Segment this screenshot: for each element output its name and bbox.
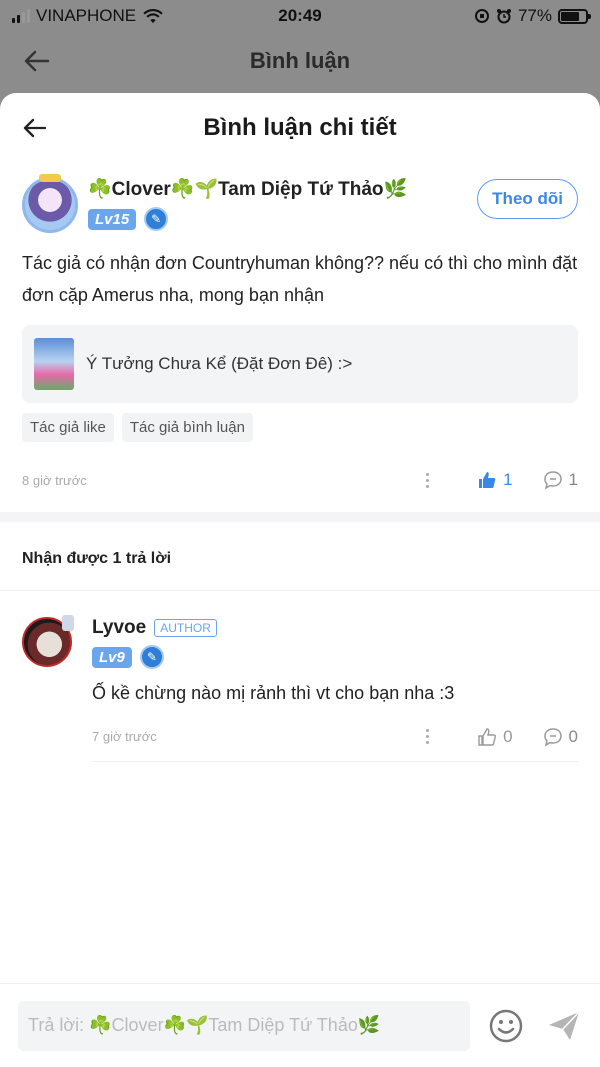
tag-author-comment: Tác giả bình luận bbox=[121, 413, 253, 442]
reply-text: Ố kề chừng nào mị rảnh thì vt cho bạn nh… bbox=[92, 683, 455, 703]
comment-icon bbox=[543, 471, 562, 490]
background-title: Bình luận bbox=[249, 48, 351, 73]
like-count: 0 bbox=[503, 726, 513, 746]
signal-icon bbox=[12, 9, 30, 23]
verified-icon: ✎ bbox=[144, 207, 169, 231]
reply-bar bbox=[0, 983, 600, 1067]
sheet-header: Bình luận chi tiết bbox=[0, 93, 600, 163]
reply-count: 0 bbox=[568, 726, 578, 746]
carrier-label: VINAPHONE bbox=[36, 6, 137, 25]
more-icon[interactable] bbox=[417, 472, 437, 488]
wifi-icon bbox=[143, 9, 163, 24]
reply-username[interactable]: Lyvoe bbox=[92, 617, 146, 639]
status-bar: VINAPHONE 20:49 77% bbox=[0, 0, 600, 32]
send-icon[interactable] bbox=[546, 1008, 582, 1044]
timestamp: 7 giờ trước bbox=[92, 729, 157, 744]
avatar[interactable] bbox=[22, 615, 74, 667]
like-button[interactable]: 0 bbox=[477, 726, 513, 747]
reply-item: Lyvoe AUTHOR Lv9 ✎ Ố kề chừng nào mị rản… bbox=[0, 591, 600, 762]
story-card[interactable]: Ý Tưởng Chưa Kể (Đặt Đơn Đê) :> bbox=[22, 325, 578, 403]
verified-icon: ✎ bbox=[139, 645, 164, 669]
comment-tags: Tác giả like Tác giả bình luận bbox=[22, 413, 578, 442]
thumbs-up-icon bbox=[479, 472, 496, 488]
comment-detail-sheet: Bình luận chi tiết ☘️Clover☘️🌱Tam Diệp T… bbox=[0, 93, 600, 1067]
background-header: Bình luận bbox=[0, 32, 600, 90]
story-title: Ý Tưởng Chưa Kể (Đặt Đơn Đê) :> bbox=[86, 354, 353, 373]
reply-footer: 7 giờ trước 0 0 bbox=[92, 722, 578, 762]
like-count: 1 bbox=[503, 470, 513, 489]
reply-count-button[interactable]: 0 bbox=[543, 727, 578, 747]
like-button[interactable]: 1 bbox=[477, 470, 513, 490]
avatar[interactable] bbox=[22, 174, 78, 233]
back-arrow-icon[interactable] bbox=[22, 46, 52, 76]
battery-icon bbox=[558, 8, 591, 24]
comment-text: Tác giả có nhận đơn Countryhuman không??… bbox=[22, 253, 578, 305]
comment-username[interactable]: ☘️Clover☘️🌱Tam Diệp Tứ Thảo🌿 bbox=[88, 177, 477, 201]
author-badge: AUTHOR bbox=[154, 619, 217, 637]
replies-heading: Nhận được 1 trả lời bbox=[0, 522, 600, 591]
timestamp: 8 giờ trước bbox=[22, 472, 87, 488]
main-comment: ☘️Clover☘️🌱Tam Diệp Tứ Thảo🌿 Lv15 ✎ Theo… bbox=[0, 163, 600, 492]
level-badge: Lv15 bbox=[88, 208, 137, 230]
thumbs-up-icon bbox=[478, 727, 497, 746]
comment-icon bbox=[543, 727, 562, 747]
emoji-icon[interactable] bbox=[488, 1008, 524, 1044]
level-badge: Lv9 bbox=[92, 646, 132, 668]
page-title: Bình luận chi tiết bbox=[203, 114, 397, 141]
lock-rotation-icon bbox=[474, 9, 489, 23]
battery-percent: 77% bbox=[517, 6, 552, 25]
reply-input[interactable] bbox=[18, 1000, 470, 1051]
back-arrow-icon[interactable] bbox=[22, 115, 48, 141]
follow-button[interactable]: Theo dõi bbox=[477, 179, 578, 219]
comment-footer: 8 giờ trước 1 1 bbox=[22, 468, 578, 492]
section-divider bbox=[0, 512, 600, 522]
alarm-icon bbox=[496, 9, 511, 24]
more-icon[interactable] bbox=[417, 729, 437, 744]
tag-author-like: Tác giả like bbox=[22, 413, 114, 442]
reply-count-button[interactable]: 1 bbox=[543, 470, 578, 490]
story-thumbnail bbox=[34, 338, 74, 390]
reply-count: 1 bbox=[568, 470, 578, 489]
